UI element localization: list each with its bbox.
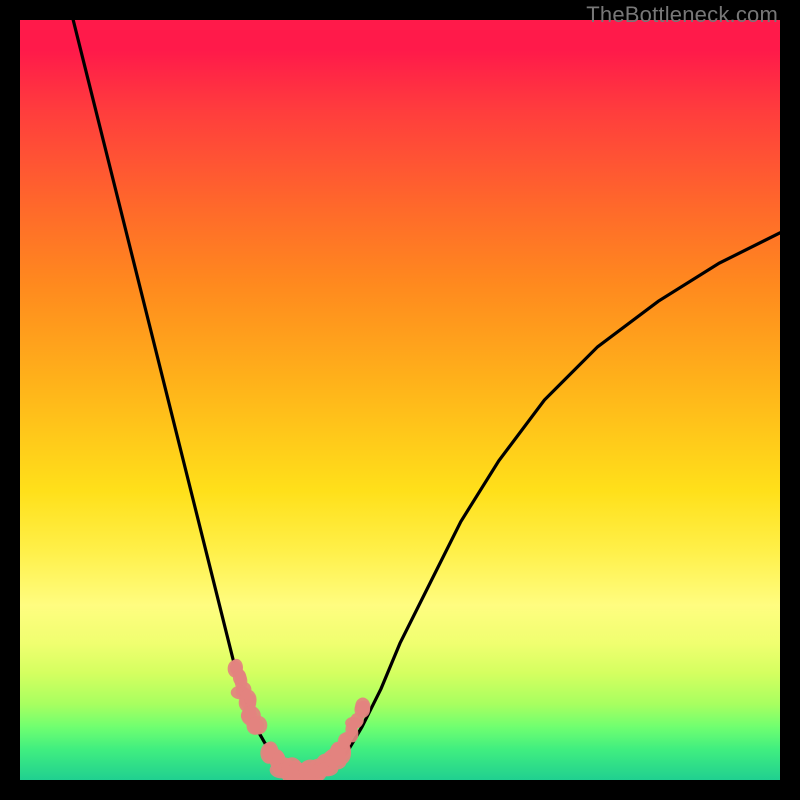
chart-frame: TheBottleneck.com [0,0,800,800]
pink-marker-bottom [260,741,351,780]
watermark-text: TheBottleneck.com [586,2,778,28]
pink-marker-left [228,659,268,735]
bottleneck-curve [20,20,780,780]
curve-main [73,20,780,774]
